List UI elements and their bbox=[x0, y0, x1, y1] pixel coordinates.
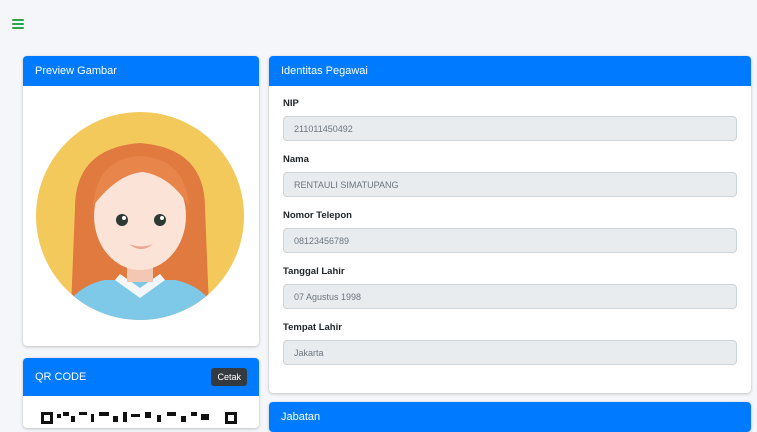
qr-code-card: QR CODE Cetak bbox=[23, 358, 259, 428]
identity-form: NIP Nama Nomor Telepon Tanggal Lahir Tem… bbox=[269, 86, 751, 365]
identity-card-title: Identitas Pegawai bbox=[281, 65, 368, 77]
preview-image-card: Preview Gambar bbox=[23, 56, 259, 346]
birth-place-field-group: Tempat Lahir bbox=[283, 322, 739, 365]
nip-input[interactable] bbox=[283, 116, 737, 141]
nama-input[interactable] bbox=[283, 172, 737, 197]
print-button[interactable]: Cetak bbox=[211, 368, 247, 386]
birth-date-field-group: Tanggal Lahir bbox=[283, 266, 739, 309]
preview-card-title: Preview Gambar bbox=[35, 65, 117, 77]
nama-label: Nama bbox=[283, 154, 309, 165]
hamburger-menu-icon[interactable] bbox=[12, 19, 24, 29]
nama-field-group: Nama bbox=[283, 154, 739, 197]
birth-place-input[interactable] bbox=[283, 340, 737, 365]
birth-place-label: Tempat Lahir bbox=[283, 322, 342, 333]
qr-card-header: QR CODE Cetak bbox=[23, 358, 259, 396]
nip-label: NIP bbox=[283, 98, 299, 109]
phone-field-group: Nomor Telepon bbox=[283, 210, 739, 253]
identity-card-header: Identitas Pegawai bbox=[269, 56, 751, 86]
female-avatar-illustration bbox=[36, 112, 244, 320]
nip-field-group: NIP bbox=[283, 98, 739, 141]
phone-input[interactable] bbox=[283, 228, 737, 253]
preview-card-header: Preview Gambar bbox=[23, 56, 259, 86]
jabatan-card-title: Jabatan bbox=[281, 411, 321, 423]
avatar bbox=[35, 98, 245, 334]
top-navbar bbox=[0, 0, 757, 48]
qr-code-image bbox=[41, 412, 237, 424]
phone-label: Nomor Telepon bbox=[283, 210, 352, 221]
employee-identity-card: Identitas Pegawai NIP Nama Nomor Telepon… bbox=[269, 56, 751, 393]
jabatan-card: Jabatan bbox=[269, 402, 751, 432]
jabatan-card-header: Jabatan bbox=[269, 402, 751, 432]
birth-date-input[interactable] bbox=[283, 284, 737, 309]
birth-date-label: Tanggal Lahir bbox=[283, 266, 345, 277]
qr-card-title: QR CODE bbox=[35, 371, 87, 383]
